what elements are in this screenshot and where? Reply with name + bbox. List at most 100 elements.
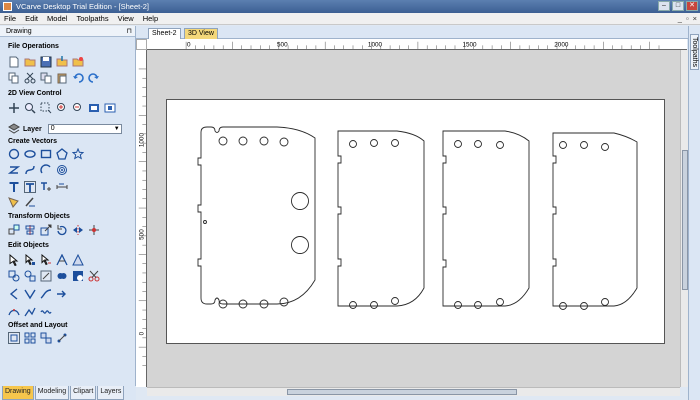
draw-pen-icon[interactable] [8, 196, 20, 208]
zoom-all-icon[interactable] [88, 102, 100, 114]
zoom-in-icon[interactable] [56, 102, 68, 114]
group-icon[interactable] [8, 270, 20, 282]
smooth-curve-icon[interactable] [40, 288, 52, 300]
mirror-icon[interactable] [72, 224, 84, 236]
paste-icon[interactable] [56, 72, 68, 84]
vector-part-3[interactable] [442, 130, 530, 307]
align-icon[interactable] [24, 224, 36, 236]
menu-view[interactable]: View [118, 14, 134, 23]
tab-drawing[interactable]: Drawing [2, 386, 34, 400]
maximize-button[interactable]: □ [672, 1, 684, 11]
tab-layers[interactable]: Layers [97, 386, 125, 400]
extend-icon[interactable] [72, 254, 84, 266]
part-3-hole[interactable] [454, 301, 462, 309]
circle-icon[interactable] [8, 148, 20, 160]
part-2-hole[interactable] [349, 301, 357, 309]
menu-help[interactable]: Help [143, 14, 158, 23]
close-button[interactable]: ✕ [686, 1, 698, 11]
copy-along-vector-icon[interactable] [56, 332, 68, 344]
minimize-button[interactable]: – [658, 1, 670, 11]
vector-part-2[interactable] [337, 130, 425, 307]
part-3-hole[interactable] [454, 140, 462, 148]
menu-toolpaths[interactable]: Toolpaths [76, 14, 108, 23]
part-4-hole[interactable] [580, 141, 588, 149]
wave-icon[interactable] [40, 306, 52, 318]
nesting-icon[interactable] [40, 332, 52, 344]
offset-icon[interactable] [8, 332, 20, 344]
menu-edit[interactable]: Edit [25, 14, 38, 23]
horizontal-scrollbar[interactable] [147, 387, 680, 396]
part-4-hole[interactable] [601, 298, 609, 306]
part-1-large-hole[interactable] [291, 236, 309, 254]
auto-layout-text-icon[interactable] [40, 181, 52, 193]
part-1-large-hole[interactable] [291, 192, 309, 210]
polyline-icon[interactable] [8, 164, 20, 176]
toolpaths-tab[interactable]: Toolpaths [690, 34, 699, 70]
horizontal-scroll-thumb[interactable] [287, 389, 517, 395]
scale-icon[interactable] [40, 224, 52, 236]
part-4-hole[interactable] [559, 141, 567, 149]
curve-fit-icon[interactable] [8, 306, 20, 318]
save-icon[interactable] [40, 56, 52, 68]
part-1-hole[interactable] [238, 136, 248, 146]
part-2-hole[interactable] [370, 139, 378, 147]
pin-icon[interactable]: ⊓ [127, 26, 132, 37]
part-4-hole[interactable] [601, 143, 609, 151]
transform-mode-icon[interactable] [40, 254, 52, 266]
new-file-icon[interactable] [8, 56, 20, 68]
part-1-hole[interactable] [218, 136, 228, 146]
ungroup-icon[interactable] [24, 270, 36, 282]
part-1-hole[interactable] [259, 136, 269, 146]
distort-icon[interactable] [88, 224, 100, 236]
curve-icon[interactable] [24, 164, 36, 176]
part-1-hole[interactable] [279, 297, 289, 307]
vector-part-4[interactable] [552, 132, 638, 307]
part-2-hole[interactable] [391, 297, 399, 305]
select-icon[interactable] [8, 254, 20, 266]
polygon-icon[interactable] [56, 148, 68, 160]
part-3-hole[interactable] [474, 301, 482, 309]
cut-icon[interactable] [24, 72, 36, 84]
zoom-icon[interactable] [24, 102, 36, 114]
zoom-out-icon[interactable] [72, 102, 84, 114]
tab-clipart[interactable]: Clipart [70, 386, 97, 400]
pan-icon[interactable] [8, 102, 20, 114]
import-icon[interactable] [56, 56, 68, 68]
tab-sheet-2[interactable]: Sheet-2 [148, 28, 181, 39]
polyline-edit-icon[interactable] [24, 306, 36, 318]
text-icon[interactable] [8, 181, 20, 193]
subtract-icon[interactable] [72, 270, 84, 282]
dimension-icon[interactable] [56, 181, 68, 193]
part-2-hole[interactable] [349, 140, 357, 148]
vertical-scrollbar[interactable] [680, 50, 688, 387]
mdi-close-icon[interactable]: × [693, 14, 697, 23]
arc-icon[interactable] [40, 164, 52, 176]
drawing-canvas[interactable] [147, 50, 680, 387]
vector-part-1[interactable] [197, 126, 316, 305]
zoom-selection-icon[interactable] [104, 102, 116, 114]
array-copy-icon[interactable] [24, 332, 36, 344]
interactive-trim-icon[interactable] [56, 254, 68, 266]
spiral-icon[interactable] [56, 164, 68, 176]
rotate-icon[interactable] [56, 224, 68, 236]
fillet-icon[interactable] [8, 288, 20, 300]
open-folder-icon[interactable] [24, 56, 36, 68]
export-icon[interactable] [72, 56, 84, 68]
chamfer-icon[interactable] [24, 288, 36, 300]
mdi-minimize-icon[interactable]: _ [678, 14, 682, 23]
tab-3d-view[interactable]: 3D View [184, 28, 218, 39]
node-edit-icon[interactable] [24, 254, 36, 266]
part-3-hole[interactable] [496, 141, 504, 149]
redo-icon[interactable] [88, 72, 100, 84]
trace-icon[interactable] [24, 196, 36, 208]
text-on-curve-icon[interactable] [24, 181, 36, 193]
undo-icon[interactable] [72, 72, 84, 84]
mdi-restore-icon[interactable]: ▫ [686, 14, 689, 23]
ellipse-icon[interactable] [24, 148, 36, 160]
join-icon[interactable] [40, 270, 52, 282]
part-2-hole[interactable] [391, 139, 399, 147]
layer-dropdown[interactable]: 0 ▼ [47, 124, 122, 134]
rectangle-icon[interactable] [40, 148, 52, 160]
tab-modeling[interactable]: Modeling [34, 386, 70, 400]
part-3-hole[interactable] [496, 298, 504, 306]
